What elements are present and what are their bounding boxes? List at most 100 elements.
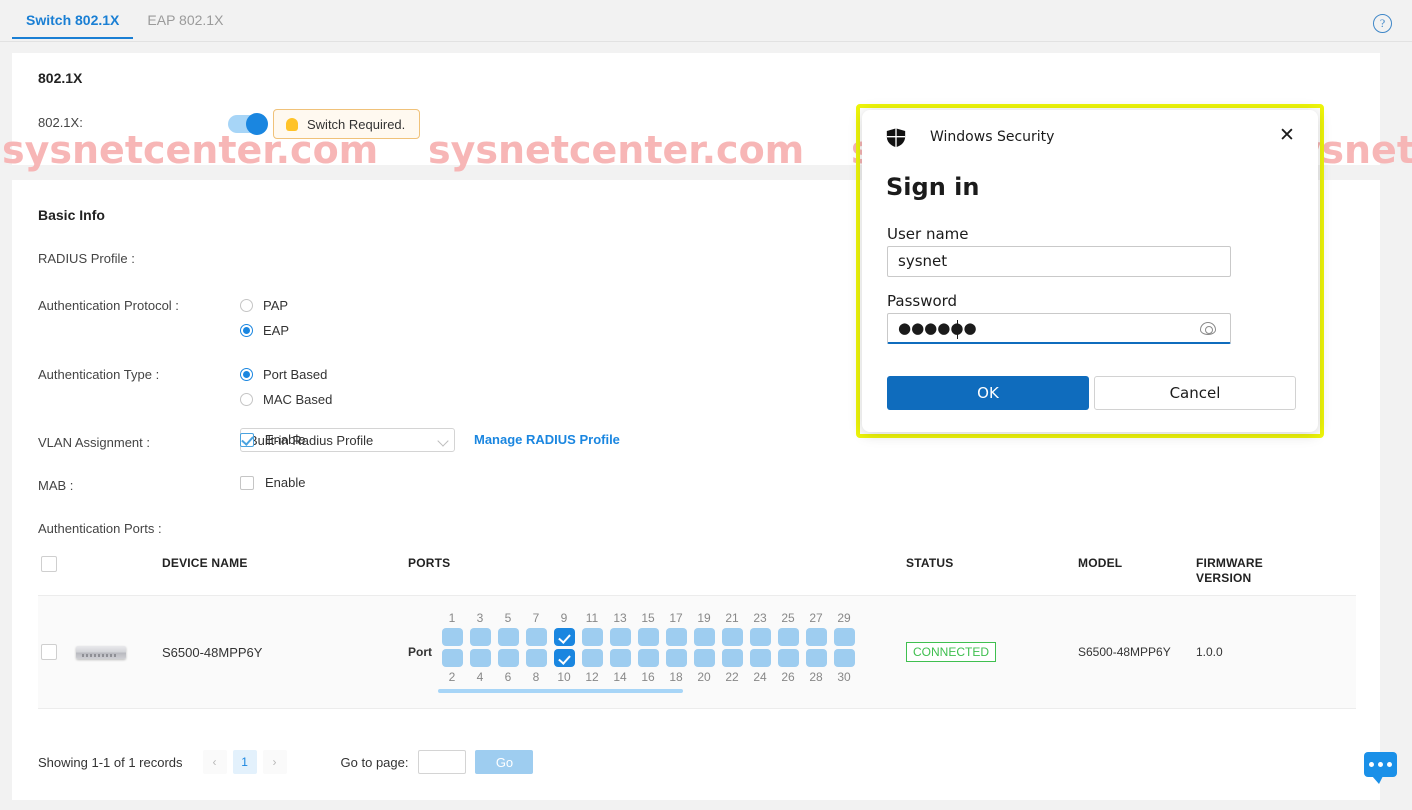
port-number-3: 3: [476, 611, 484, 625]
header-device-name: DEVICE NAME: [162, 556, 248, 570]
manage-radius-profile-link[interactable]: Manage RADIUS Profile: [474, 432, 620, 447]
reveal-password-icon[interactable]: [1200, 322, 1216, 335]
port-box-29[interactable]: [833, 628, 855, 646]
port-box-6[interactable]: [497, 649, 519, 667]
radio-port-based[interactable]: Port Based: [240, 367, 327, 382]
go-button[interactable]: Go: [475, 750, 534, 774]
port-box-16[interactable]: [637, 649, 659, 667]
table-row: S6500-48MPP6Y Port 1 3 5 7 9 11 13 15 17 19 21 23 25…: [38, 596, 1356, 709]
port-number-22: 22: [725, 670, 739, 684]
port-number-24: 24: [753, 670, 767, 684]
port-number-11: 11: [585, 611, 599, 625]
help-icon[interactable]: ?: [1373, 14, 1392, 33]
radio-mac-based[interactable]: MAC Based: [240, 392, 332, 407]
records-count: Showing 1-1 of 1 records: [38, 754, 183, 770]
row-select-cell: [38, 644, 76, 660]
cancel-button[interactable]: Cancel: [1094, 376, 1296, 410]
ports-boxes-top: [438, 628, 866, 646]
pagination-prev[interactable]: ‹: [202, 750, 227, 774]
label-auth-ports: Authentication Ports :: [38, 521, 162, 536]
label-mab: MAB :: [38, 478, 74, 493]
row-device-name: S6500-48MPP6Y: [162, 644, 263, 660]
header-firmware-version: FIRMWARE VERSION: [1196, 556, 1263, 585]
port-number-29: 29: [837, 611, 851, 625]
port-box-28[interactable]: [805, 649, 827, 667]
checkbox-vlan-assignment[interactable]: Enable: [240, 432, 305, 447]
label-radius-profile: RADIUS Profile :: [38, 251, 135, 266]
ports-scrollbar[interactable]: [438, 689, 683, 693]
radio-eap-label: EAP: [263, 323, 290, 338]
port-box-27[interactable]: [805, 628, 827, 646]
dialog-title: Windows Security: [930, 129, 1055, 145]
pagination: Showing 1-1 of 1 records ‹ 1 › Go to pag…: [38, 750, 534, 774]
radio-eap[interactable]: EAP: [240, 323, 289, 338]
ports-widget-label: Port: [408, 645, 432, 659]
select-all-checkbox[interactable]: [41, 556, 57, 572]
port-box-8[interactable]: [525, 649, 547, 667]
ports-numbers-top: 1 3 5 7 9 11 13 15 17 19 21 23 25 27 29: [438, 611, 866, 625]
port-box-14[interactable]: [609, 649, 631, 667]
checkbox-mab[interactable]: Enable: [240, 475, 305, 490]
port-number-20: 20: [697, 670, 711, 684]
port-box-23[interactable]: [749, 628, 771, 646]
switch-required-text: Switch Required.: [307, 116, 406, 132]
checkbox-mab-label: Enable: [265, 475, 306, 490]
port-box-12[interactable]: [581, 649, 603, 667]
port-box-1[interactable]: [441, 628, 463, 646]
port-number-19: 19: [697, 611, 711, 625]
ports-boxes-bottom: [438, 649, 866, 667]
port-box-4[interactable]: [469, 649, 491, 667]
port-box-22[interactable]: [721, 649, 743, 667]
row-select-checkbox[interactable]: [41, 644, 57, 660]
port-box-10[interactable]: [553, 649, 575, 667]
port-number-21: 21: [725, 611, 739, 625]
port-box-21[interactable]: [721, 628, 743, 646]
port-box-11[interactable]: [581, 628, 603, 646]
label-auth-protocol: Authentication Protocol :: [38, 298, 179, 313]
authentication-ports-table: DEVICE NAME PORTS STATUS MODEL FIRMWARE …: [38, 548, 1356, 709]
radio-pap-indicator: [240, 299, 253, 312]
port-box-20[interactable]: [693, 649, 715, 667]
port-number-30: 30: [837, 670, 851, 684]
chat-dots: [1364, 752, 1397, 777]
port-box-24[interactable]: [749, 649, 771, 667]
switch-required-notice: Switch Required.: [273, 109, 421, 139]
port-number-5: 5: [504, 611, 512, 625]
row-model: S6500-48MPP6Y: [1078, 644, 1171, 659]
port-box-7[interactable]: [525, 628, 547, 646]
port-number-15: 15: [641, 611, 655, 625]
label-8021x: 802.1X:: [38, 115, 83, 130]
port-box-13[interactable]: [609, 628, 631, 646]
port-box-15[interactable]: [637, 628, 659, 646]
chat-bubble-icon[interactable]: [1364, 752, 1397, 784]
port-box-26[interactable]: [777, 649, 799, 667]
username-value: sysnet: [898, 252, 948, 270]
port-box-2[interactable]: [441, 649, 463, 667]
password-field[interactable]: ●●●●●●: [887, 313, 1231, 344]
port-number-7: 7: [532, 611, 540, 625]
password-label: Password: [887, 292, 958, 310]
label-vlan-assignment: VLAN Assignment :: [38, 435, 150, 450]
close-icon[interactable]: ✕: [1270, 120, 1304, 150]
goto-page-input[interactable]: [418, 750, 467, 774]
username-field[interactable]: sysnet: [887, 246, 1231, 277]
pagination-next[interactable]: ›: [262, 750, 287, 774]
port-box-25[interactable]: [777, 628, 799, 646]
port-number-17: 17: [669, 611, 683, 625]
port-box-19[interactable]: [693, 628, 715, 646]
port-box-3[interactable]: [469, 628, 491, 646]
port-box-30[interactable]: [833, 649, 855, 667]
pagination-page-1[interactable]: 1: [232, 750, 257, 774]
ok-button[interactable]: OK: [887, 376, 1089, 410]
port-box-5[interactable]: [497, 628, 519, 646]
port-box-17[interactable]: [665, 628, 687, 646]
radio-pap[interactable]: PAP: [240, 298, 288, 313]
tab-switch-8021x[interactable]: Switch 802.1X: [12, 8, 134, 39]
tab-eap-8021x[interactable]: EAP 802.1X: [133, 8, 237, 39]
port-box-18[interactable]: [665, 649, 687, 667]
port-number-9: 9: [560, 611, 568, 625]
toggle-knob: [246, 113, 268, 135]
toggle-8021x[interactable]: [228, 113, 268, 135]
port-box-9[interactable]: [553, 628, 575, 646]
radio-mac-based-label: MAC Based: [263, 392, 333, 407]
